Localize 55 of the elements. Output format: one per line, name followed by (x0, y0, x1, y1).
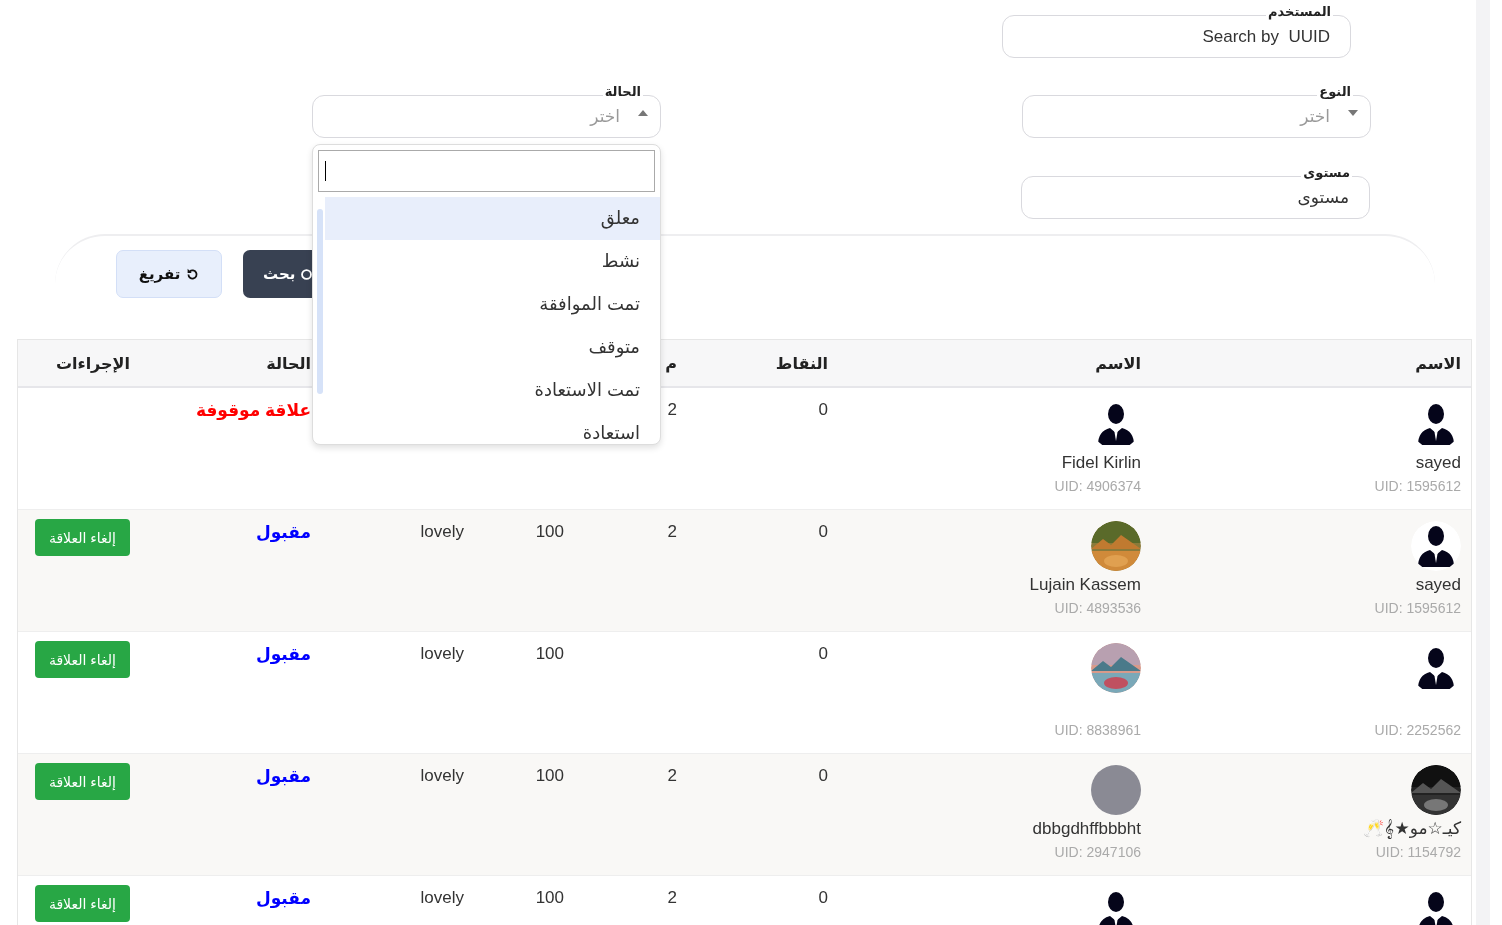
user-uid: UID: 4893536 (1054, 599, 1141, 618)
avatar-placeholder (1091, 765, 1141, 815)
table-cell: 100 (535, 888, 564, 907)
table-cell: 2 (667, 766, 677, 785)
user-uid: UID: 8838961 (1054, 721, 1141, 740)
user-name: كيـ☆مو★𝄞🥂 (1363, 818, 1461, 841)
dropdown-option[interactable]: استعادة (325, 412, 660, 444)
user-uid: UID: 1595612 (1374, 599, 1461, 618)
user-uid: UID: 2947106 (1054, 843, 1141, 862)
points-value: 0 (818, 888, 828, 907)
status-text: مقبول (255, 767, 311, 786)
user-uid: UID: 4906374 (1054, 477, 1141, 496)
dropdown-search-field[interactable] (318, 150, 655, 192)
user-name: Lujain Kassem (1029, 574, 1141, 596)
table-cell: lovely (420, 522, 464, 541)
column-header: النقاط (775, 353, 828, 373)
field-label: النوع (1317, 84, 1353, 99)
column-header: الاسم (1415, 353, 1461, 373)
user-name: sayed (1415, 452, 1461, 474)
table-cell: lovely (420, 644, 464, 663)
column-header: الاسم (1095, 353, 1141, 373)
points-value: 0 (818, 400, 828, 419)
status-text: علاقة موقوفة (195, 401, 311, 420)
user-uid: UID: 1154792 (1375, 843, 1461, 862)
dropdown-option[interactable]: تمت الاستعادة (325, 369, 660, 412)
field-label: المستخدم (1266, 4, 1333, 19)
table-cell: 100 (535, 644, 564, 663)
table-cell: 2 (667, 400, 677, 419)
dropdown-option[interactable]: معلق (325, 197, 660, 240)
column-header: الحالة (266, 353, 311, 373)
table-cell: 2 (667, 522, 677, 541)
user-name: dbbgdhffbbbht (1032, 818, 1141, 840)
field-label: الحالة (602, 84, 643, 99)
points-value: 0 (818, 766, 828, 785)
table-cell: 2 (667, 888, 677, 907)
user-name: Fidel Kirlin (1061, 452, 1141, 474)
status-text: مقبول (255, 889, 311, 908)
table-cell: 100 (535, 766, 564, 785)
table-cell: lovely (420, 766, 464, 785)
column-header: م (665, 353, 677, 373)
dropdown-option[interactable]: متوقف (325, 326, 660, 369)
status-text: مقبول (255, 645, 311, 664)
status-text: مقبول (255, 523, 311, 542)
table-cell: 100 (535, 522, 564, 541)
user-name: sayed (1415, 574, 1461, 596)
points-value: 0 (818, 644, 828, 663)
user-uid: UID: 1595612 (1374, 477, 1461, 496)
user-uid: UID: 2252562 (1374, 721, 1461, 740)
table-cell: lovely (420, 888, 464, 907)
refresh-icon (186, 267, 200, 281)
clear-button[interactable]: تفريغ (116, 250, 222, 298)
column-header: الإجراءات (55, 353, 130, 373)
points-value: 0 (818, 522, 828, 541)
status-select[interactable]: اختر (312, 95, 661, 138)
avatar-icon (1411, 521, 1461, 571)
